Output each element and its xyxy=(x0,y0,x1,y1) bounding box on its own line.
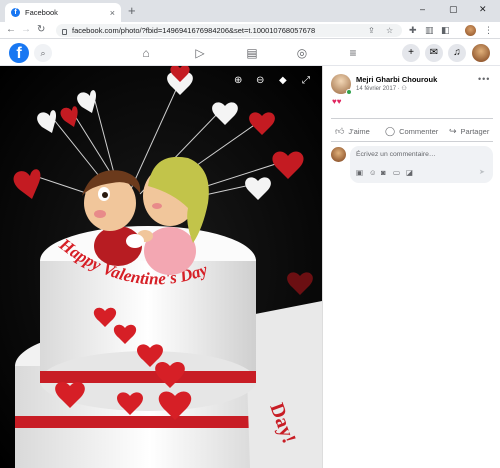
more-options-icon[interactable]: ••• xyxy=(478,74,490,84)
cake-photo: Day! Happy Valentine's Day xyxy=(0,66,322,468)
comment-button[interactable]: ◯ Commenter xyxy=(385,126,438,137)
share-label: Partager xyxy=(460,127,490,136)
address-bar[interactable]: facebook.com/photo/?fbid=149694167698420… xyxy=(56,24,402,37)
minimize-icon[interactable]: – xyxy=(420,2,425,16)
post-side-panel: Mejri Gharbi Chourouk 14 février 2017 · … xyxy=(322,66,500,468)
home-icon[interactable]: ⌂ xyxy=(138,45,154,61)
extensions-icon[interactable]: ✚ xyxy=(409,24,417,37)
search-icon[interactable]: ⌕ xyxy=(34,44,52,62)
gif-icon[interactable]: ▭ xyxy=(393,168,400,177)
camera-icon[interactable]: ◙ xyxy=(381,168,386,177)
emoji-icon[interactable]: ☺ xyxy=(369,168,377,177)
profile-avatar[interactable] xyxy=(465,25,476,36)
post-reaction: ♥♥ xyxy=(332,97,342,106)
forward-icon[interactable]: → xyxy=(21,23,31,37)
back-icon[interactable]: ← xyxy=(6,23,16,37)
share-button[interactable]: ↪ Partager xyxy=(449,126,489,137)
divider xyxy=(331,141,493,142)
create-icon[interactable]: + xyxy=(402,44,420,62)
like-label: J'aime xyxy=(348,127,370,136)
facebook-logo-icon[interactable]: f xyxy=(9,43,29,63)
tab-facebook[interactable]: f Facebook × xyxy=(5,3,121,22)
facebook-favicon-icon: f xyxy=(11,8,20,17)
menu-icon[interactable]: ≡ xyxy=(345,45,361,61)
lock-icon[interactable] xyxy=(62,28,67,35)
comment-placeholder[interactable]: Écrivez un commentaire… xyxy=(356,151,436,158)
photo-viewer: Day! Happy Valentine's Day ⊕ ⊖ ◆ ⤢ xyxy=(0,66,322,468)
commenter-avatar[interactable] xyxy=(331,147,346,162)
close-tab-icon[interactable]: × xyxy=(110,8,115,18)
browser-toolbar: ← → ↻ facebook.com/photo/?fbid=149694167… xyxy=(0,22,500,39)
messenger-icon[interactable]: ✉ xyxy=(425,44,443,62)
watch-icon[interactable]: ▷ xyxy=(192,45,208,61)
maximize-icon[interactable]: ▢ xyxy=(449,2,458,16)
bookmark-star-icon[interactable]: ☆ xyxy=(386,24,393,37)
tab-strip: f Facebook × + – ▢ ✕ xyxy=(0,0,500,22)
marketplace-icon[interactable]: ▤ xyxy=(244,45,260,61)
zoom-in-icon[interactable]: ⊕ xyxy=(234,75,242,87)
avatar-sticker-icon[interactable]: ▣ xyxy=(356,168,363,177)
friends-icon: · ⚇ xyxy=(397,86,407,92)
comment-label: Commenter xyxy=(399,127,439,136)
reading-list-icon[interactable]: ▥ xyxy=(425,24,434,37)
notifications-icon[interactable]: ♫ xyxy=(448,44,466,62)
window-close-icon[interactable]: ✕ xyxy=(479,2,487,16)
comment-bubble-icon: ◯ xyxy=(385,126,396,136)
post-author[interactable]: Mejri Gharbi Chourouk xyxy=(356,75,437,84)
tab-title: Facebook xyxy=(25,8,58,17)
reload-icon[interactable]: ↻ xyxy=(37,23,45,37)
menu-kebab-icon[interactable]: ⋮ xyxy=(484,24,493,37)
fullscreen-icon[interactable]: ⤢ xyxy=(302,75,310,87)
send-icon[interactable]: ➤ xyxy=(479,168,485,177)
facebook-header: f ⌕ ⌂ ▷ ▤ ◎ ≡ + ✉ ♫ xyxy=(0,40,500,66)
post-date[interactable]: 14 février 2017 · ⚇ xyxy=(356,85,407,92)
sticker-icon[interactable]: ◪ xyxy=(406,168,413,177)
new-tab-icon[interactable]: + xyxy=(128,3,136,19)
post-date-text[interactable]: 14 février 2017 xyxy=(356,86,396,92)
side-panel-icon[interactable]: ◧ xyxy=(441,24,450,37)
account-avatar[interactable] xyxy=(472,44,490,62)
tag-icon[interactable]: ◆ xyxy=(279,75,287,87)
comment-input[interactable]: Écrivez un commentaire… ▣ ☺ ◙ ▭ ◪ ➤ xyxy=(350,146,493,183)
groups-icon[interactable]: ◎ xyxy=(294,45,310,61)
divider xyxy=(331,118,493,119)
address-url[interactable]: facebook.com/photo/?fbid=149694167698420… xyxy=(72,26,315,35)
share-icon[interactable]: ⇪ xyxy=(368,24,375,37)
share-arrow-icon: ↪ xyxy=(449,126,457,136)
thumbs-up-icon: 👍︎ xyxy=(335,126,345,136)
online-status-dot xyxy=(346,89,352,95)
like-button[interactable]: 👍︎ J'aime xyxy=(335,126,370,137)
zoom-out-icon[interactable]: ⊖ xyxy=(256,75,264,87)
